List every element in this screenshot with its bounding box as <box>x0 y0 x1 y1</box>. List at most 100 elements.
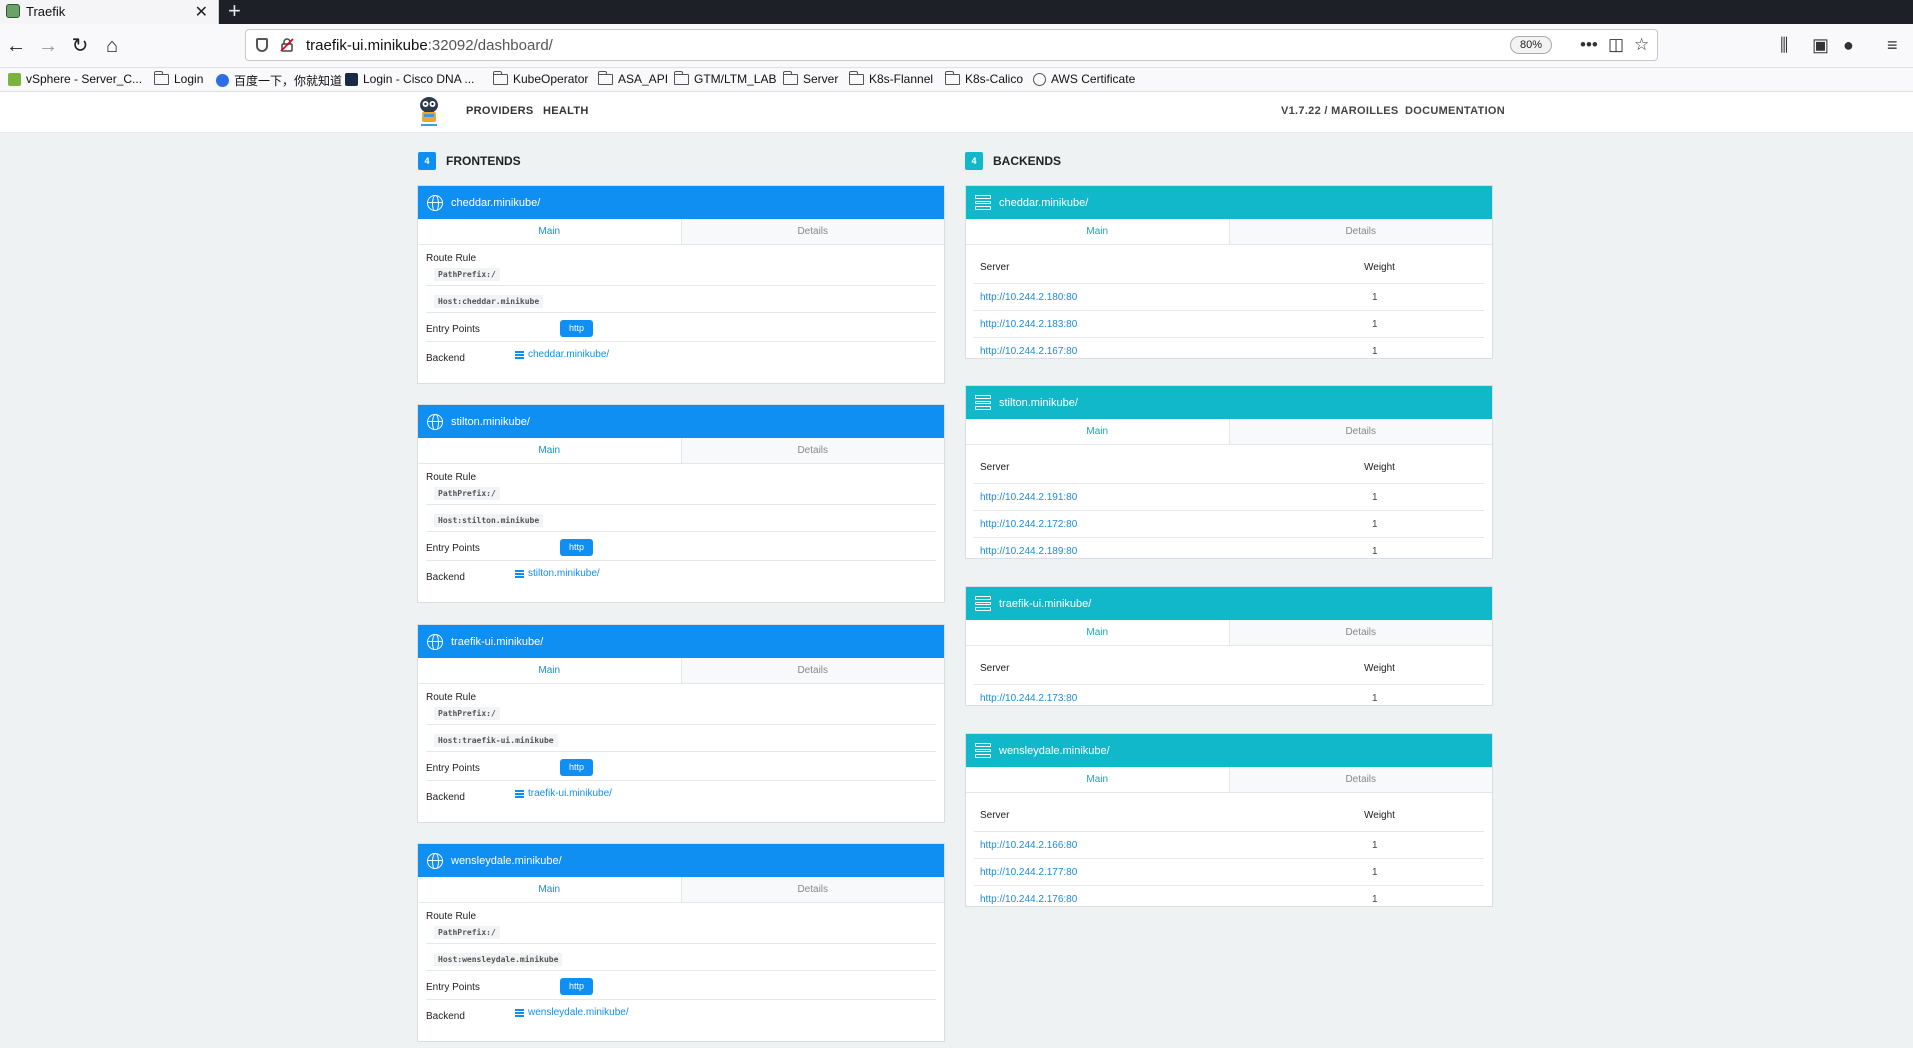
app-header: PROVIDERS HEALTH V1.7.22 / MAROILLES DOC… <box>0 92 1913 133</box>
tab-main[interactable]: Main <box>966 767 1230 792</box>
url-text[interactable]: traefik-ui.minikube:32092/dashboard/ <box>306 37 553 54</box>
backend-card-header[interactable]: traefik-ui.minikube/ <box>966 587 1492 620</box>
bookmark-k8s-calico[interactable]: K8s-Calico <box>944 70 1023 86</box>
server-url-link[interactable]: http://10.244.2.183:80 <box>980 319 1077 330</box>
bookmark-gtm-ltm-lab[interactable]: GTM/LTM_LAB <box>673 70 776 86</box>
bookmark-vsphere[interactable]: vSphere - Server_C... <box>8 72 142 86</box>
menu-hamburger-icon[interactable]: ≡ <box>1887 35 1898 56</box>
frontend-body: Route Rule PathPrefix:/ Host:cheddar.minik… <box>418 245 944 383</box>
zoom-level-badge[interactable]: 80% <box>1510 36 1552 54</box>
divider <box>426 341 936 342</box>
tab-main[interactable]: Main <box>966 620 1230 645</box>
tab-details[interactable]: Details <box>681 438 944 463</box>
home-icon[interactable]: ⌂ <box>98 32 126 60</box>
server-column-header: Server <box>980 810 1010 821</box>
traefik-logo-icon[interactable] <box>418 96 440 128</box>
server-row: http://10.244.2.191:80 1 <box>974 483 1484 509</box>
backend-card-header[interactable]: cheddar.minikube/ <box>966 186 1492 219</box>
bookmark-aws-certificate[interactable]: AWS Certificate <box>1033 72 1135 86</box>
tab-main[interactable]: Main <box>418 438 682 463</box>
tab-main[interactable]: Main <box>418 219 682 244</box>
nav-providers[interactable]: PROVIDERS <box>466 105 534 117</box>
new-tab-icon[interactable]: + <box>228 0 241 22</box>
server-url-link[interactable]: http://10.244.2.189:80 <box>980 546 1077 557</box>
backend-link-text: stilton.minikube/ <box>528 568 600 579</box>
library-icon[interactable]: ⫼ <box>1780 35 1788 56</box>
tab-main[interactable]: Main <box>966 419 1230 444</box>
server-url-link[interactable]: http://10.244.2.176:80 <box>980 894 1077 905</box>
bookmark-baidu[interactable]: 百度一下，你就知道 <box>216 72 342 89</box>
folder-icon <box>492 70 508 85</box>
bookmark-kubeoperator[interactable]: KubeOperator <box>492 70 588 86</box>
frontend-card-header[interactable]: traefik-ui.minikube/ <box>418 625 944 658</box>
backend-card-header[interactable]: stilton.minikube/ <box>966 386 1492 419</box>
backend-link[interactable]: cheddar.minikube/ <box>515 349 609 360</box>
server-column-header: Server <box>980 462 1010 473</box>
sidebar-icon[interactable]: ▣ <box>1812 35 1829 56</box>
entry-point-badge: http <box>560 320 593 337</box>
server-stack-icon <box>975 743 991 758</box>
server-weight: 1 <box>1372 546 1378 557</box>
forward-arrow-icon[interactable]: → <box>34 32 62 60</box>
folder-icon <box>848 70 864 85</box>
frontend-name: traefik-ui.minikube/ <box>451 635 544 648</box>
backend-card-header[interactable]: wensleydale.minikube/ <box>966 734 1492 767</box>
server-url-link[interactable]: http://10.244.2.191:80 <box>980 492 1077 503</box>
browser-tab[interactable]: Traefik ✕ <box>0 0 219 24</box>
tab-details[interactable]: Details <box>681 877 944 902</box>
close-tab-icon[interactable]: ✕ <box>195 2 208 22</box>
backend-link[interactable]: traefik-ui.minikube/ <box>515 788 612 799</box>
tab-main[interactable]: Main <box>966 219 1230 244</box>
tab-details[interactable]: Details <box>1229 219 1492 244</box>
page-actions-icon[interactable]: ••• <box>1580 35 1598 55</box>
reload-icon[interactable]: ↻ <box>66 32 94 60</box>
route-rule-label: Route Rule <box>426 472 477 483</box>
frontend-card-header[interactable]: wensleydale.minikube/ <box>418 844 944 877</box>
backend-body: Server Weight http://10.244.2.173:80 1 <box>966 646 1492 706</box>
server-stack-icon <box>515 569 524 578</box>
pocket-icon[interactable]: ◫ <box>1608 35 1624 55</box>
nav-health[interactable]: HEALTH <box>543 105 589 117</box>
tab-details[interactable]: Details <box>681 658 944 683</box>
frontend-card-header[interactable]: cheddar.minikube/ <box>418 186 944 219</box>
backend-link-text: traefik-ui.minikube/ <box>528 788 612 799</box>
bookmark-server[interactable]: Server <box>782 70 838 86</box>
backend-link[interactable]: stilton.minikube/ <box>515 568 600 579</box>
account-icon[interactable]: ● <box>1843 35 1854 56</box>
tab-main[interactable]: Main <box>418 877 682 902</box>
bookmark-login[interactable]: Login <box>153 70 203 86</box>
tab-details[interactable]: Details <box>1229 419 1492 444</box>
browser-tab-title: Traefik <box>26 4 66 19</box>
server-url-link[interactable]: http://10.244.2.166:80 <box>980 840 1077 851</box>
address-bar[interactable]: traefik-ui.minikube:32092/dashboard/ 80%… <box>245 29 1658 61</box>
server-stack-icon <box>975 596 991 611</box>
server-url-link[interactable]: http://10.244.2.172:80 <box>980 519 1077 530</box>
divider <box>426 780 936 781</box>
tracking-shield-icon[interactable] <box>256 38 268 52</box>
frontends-count-badge: 4 <box>418 152 436 170</box>
bookmark-k8s-flannel[interactable]: K8s-Flannel <box>848 70 934 86</box>
tab-details[interactable]: Details <box>1229 620 1492 645</box>
bookmark-cisco-dna[interactable]: Login - Cisco DNA ... <box>345 72 474 86</box>
server-weight: 1 <box>1372 867 1378 878</box>
route-rule-path: PathPrefix:/ <box>434 707 500 720</box>
frontend-card-header[interactable]: stilton.minikube/ <box>418 405 944 438</box>
backend-link[interactable]: wensleydale.minikube/ <box>515 1007 629 1018</box>
server-url-link[interactable]: http://10.244.2.167:80 <box>980 346 1077 357</box>
tab-details[interactable]: Details <box>681 219 944 244</box>
back-arrow-icon[interactable]: ← <box>2 32 30 60</box>
server-url-link[interactable]: http://10.244.2.173:80 <box>980 693 1077 704</box>
bookmark-label: ASA_API <box>618 72 669 86</box>
route-rule-host: Host:wensleydale.minikube <box>434 953 563 966</box>
nav-documentation[interactable]: DOCUMENTATION <box>1405 105 1505 117</box>
bookmark-label: K8s-Flannel <box>869 72 934 86</box>
server-url-link[interactable]: http://10.244.2.177:80 <box>980 867 1077 878</box>
bookmark-star-icon[interactable]: ☆ <box>1634 35 1649 55</box>
tab-details[interactable]: Details <box>1229 767 1492 792</box>
server-url-link[interactable]: http://10.244.2.180:80 <box>980 292 1077 303</box>
tab-main[interactable]: Main <box>418 658 682 683</box>
insecure-lock-icon[interactable] <box>280 38 294 52</box>
weight-column-header: Weight <box>1364 663 1395 674</box>
bookmark-asa-api[interactable]: ASA_API <box>597 70 669 86</box>
frontend-body: Route Rule PathPrefix:/ Host:stilton.minik… <box>418 464 944 602</box>
